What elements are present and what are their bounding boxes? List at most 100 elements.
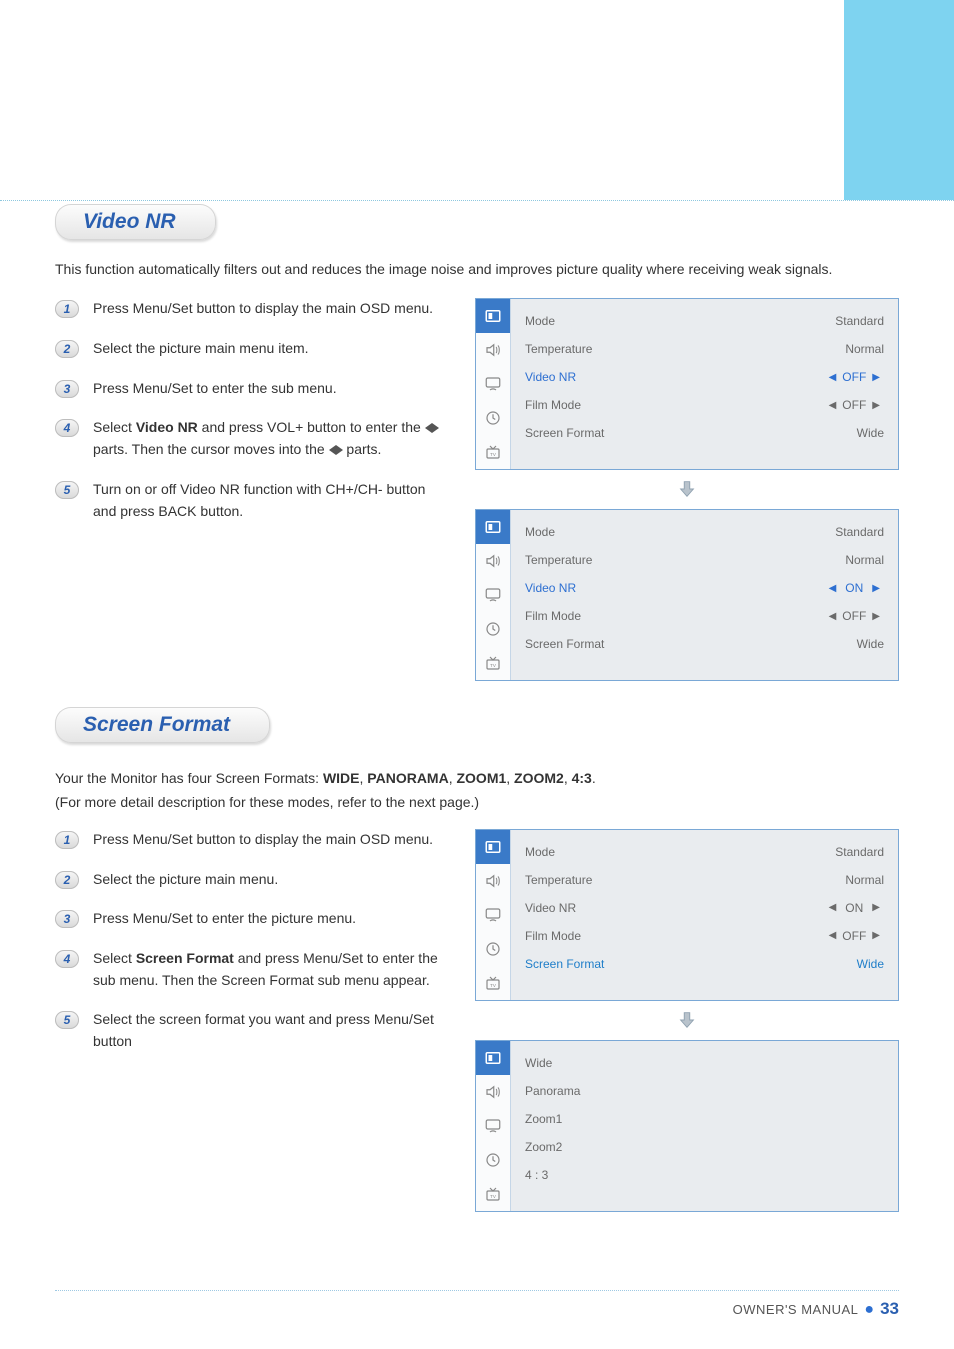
triangle-left-icon: ◀ <box>825 902 841 913</box>
step-text: Select Video NR and press VOL+ button to… <box>93 417 445 460</box>
step-text: Press Menu/Set button to display the mai… <box>93 298 433 320</box>
step-number-badge: 4 <box>55 419 79 437</box>
osd-option-zoom2: Zoom2 <box>525 1133 884 1161</box>
step-text: Select the picture main menu item. <box>93 338 309 360</box>
osd-panel-options: TV Wide Panorama Zoom1 Zoom2 4 : 3 <box>475 1040 899 1212</box>
triangle-right-icon: ▶ <box>868 583 884 594</box>
osd-panel: TV ModeStandard TemperatureNormal Video … <box>475 829 899 1001</box>
osd-icon-rail: TV <box>476 299 511 469</box>
osd-row-screen-format: Screen FormatWide <box>525 630 884 658</box>
feature-icon <box>476 1109 510 1143</box>
triangle-right-icon: ▶ <box>868 372 884 383</box>
triangle-left-icon <box>329 445 336 455</box>
svg-text:TV: TV <box>490 983 496 988</box>
step-number-badge: 2 <box>55 871 79 889</box>
step-1: 1 Press Menu/Set button to display the m… <box>55 829 445 851</box>
osd-rows: ModeStandard TemperatureNormal Video NR◀… <box>511 299 898 469</box>
video-nr-osd-column: TV ModeStandard TemperatureNormal Video … <box>475 298 899 689</box>
triangle-right-icon: ▶ <box>868 930 884 941</box>
page-footer: OWNER'S MANUAL ● 33 <box>55 1299 899 1319</box>
step-text: Select the picture main menu. <box>93 869 278 891</box>
footer-label: OWNER'S MANUAL <box>733 1302 859 1317</box>
page-number: 33 <box>880 1299 899 1319</box>
picture-icon <box>476 1041 510 1075</box>
sound-icon <box>476 864 510 898</box>
osd-row-screen-format: Screen FormatWide <box>525 419 884 447</box>
osd-row-mode: ModeStandard <box>525 307 884 335</box>
footer-separator <box>55 1290 899 1291</box>
step-2: 2 Select the picture main menu. <box>55 869 445 891</box>
step-number-badge: 4 <box>55 950 79 968</box>
header-accent-bar <box>844 0 954 200</box>
bullet-icon: ● <box>864 1302 874 1318</box>
page: Video NR This function automatically fil… <box>0 0 954 1349</box>
svg-text:TV: TV <box>490 663 496 668</box>
osd-option-panorama: Panorama <box>525 1077 884 1105</box>
osd-row-temperature: TemperatureNormal <box>525 866 884 894</box>
section-heading-video-nr: Video NR <box>55 204 216 240</box>
osd-icon-rail: TV <box>476 510 511 680</box>
osd-option-zoom1: Zoom1 <box>525 1105 884 1133</box>
step-text: Press Menu/Set to enter the sub menu. <box>93 378 337 400</box>
osd-option-43: 4 : 3 <box>525 1161 884 1189</box>
triangle-right-icon: ▶ <box>868 400 884 411</box>
screen-format-columns: 1 Press Menu/Set button to display the m… <box>55 829 899 1220</box>
step-5: 5 Turn on or off Video NR function with … <box>55 479 445 522</box>
step-text: Press Menu/Set to enter the picture menu… <box>93 908 356 930</box>
triangle-right-icon: ▶ <box>868 902 884 913</box>
triangle-right-icon <box>336 445 343 455</box>
osd-rows: Wide Panorama Zoom1 Zoom2 4 : 3 <box>511 1041 898 1211</box>
screen-format-steps: 1 Press Menu/Set button to display the m… <box>55 829 445 1220</box>
picture-icon <box>476 510 510 544</box>
osd-row-video-nr: Video NR◀OFF▶ <box>525 363 884 391</box>
video-nr-columns: 1 Press Menu/Set button to display the m… <box>55 298 899 689</box>
osd-row-temperature: TemperatureNormal <box>525 335 884 363</box>
step-text: Press Menu/Set button to display the mai… <box>93 829 433 851</box>
osd-option-wide: Wide <box>525 1049 884 1077</box>
step-number-badge: 3 <box>55 380 79 398</box>
triangle-right-icon <box>432 423 439 433</box>
svg-text:TV: TV <box>490 1194 496 1199</box>
osd-icon-rail: TV <box>476 1041 511 1211</box>
osd-row-film-mode: Film Mode◀OFF▶ <box>525 391 884 419</box>
osd-rows: ModeStandard TemperatureNormal Video NR◀… <box>511 830 898 1000</box>
osd-row-film-mode: Film Mode◀OFF▶ <box>525 922 884 950</box>
video-nr-intro: This function automatically filters out … <box>55 258 899 280</box>
tv-icon: TV <box>476 1177 510 1211</box>
step-5: 5 Select the screen format you want and … <box>55 1009 445 1052</box>
step-number-badge: 2 <box>55 340 79 358</box>
down-arrow-icon <box>475 478 899 505</box>
content: Video NR This function automatically fil… <box>55 200 899 1220</box>
osd-rows: ModeStandard TemperatureNormal Video NR◀… <box>511 510 898 680</box>
svg-text:TV: TV <box>490 452 496 457</box>
step-number-badge: 1 <box>55 300 79 318</box>
osd-row-video-nr: Video NR◀ON▶ <box>525 894 884 922</box>
screen-format-intro: Your the Monitor has four Screen Formats… <box>55 767 899 815</box>
triangle-left-icon: ◀ <box>825 930 841 941</box>
sound-icon <box>476 544 510 578</box>
tv-icon: TV <box>476 435 510 469</box>
step-number-badge: 5 <box>55 481 79 499</box>
step-number-badge: 5 <box>55 1011 79 1029</box>
tv-icon: TV <box>476 646 510 680</box>
osd-row-temperature: TemperatureNormal <box>525 546 884 574</box>
osd-row-film-mode: Film Mode◀OFF▶ <box>525 602 884 630</box>
step-text: Select Screen Format and press Menu/Set … <box>93 948 445 991</box>
osd-row-screen-format: Screen FormatWide <box>525 950 884 978</box>
triangle-right-icon: ▶ <box>868 611 884 622</box>
step-4: 4 Select Video NR and press VOL+ button … <box>55 417 445 460</box>
picture-icon <box>476 830 510 864</box>
clock-icon <box>476 612 510 646</box>
osd-panel: TV ModeStandard TemperatureNormal Video … <box>475 298 899 470</box>
triangle-left-icon: ◀ <box>825 400 841 411</box>
down-arrow-icon <box>475 1009 899 1036</box>
sound-icon <box>476 333 510 367</box>
step-3: 3 Press Menu/Set to enter the picture me… <box>55 908 445 930</box>
step-3: 3 Press Menu/Set to enter the sub menu. <box>55 378 445 400</box>
sound-icon <box>476 1075 510 1109</box>
clock-icon <box>476 1143 510 1177</box>
clock-icon <box>476 401 510 435</box>
osd-row-mode: ModeStandard <box>525 838 884 866</box>
feature-icon <box>476 367 510 401</box>
step-text: Turn on or off Video NR function with CH… <box>93 479 445 522</box>
